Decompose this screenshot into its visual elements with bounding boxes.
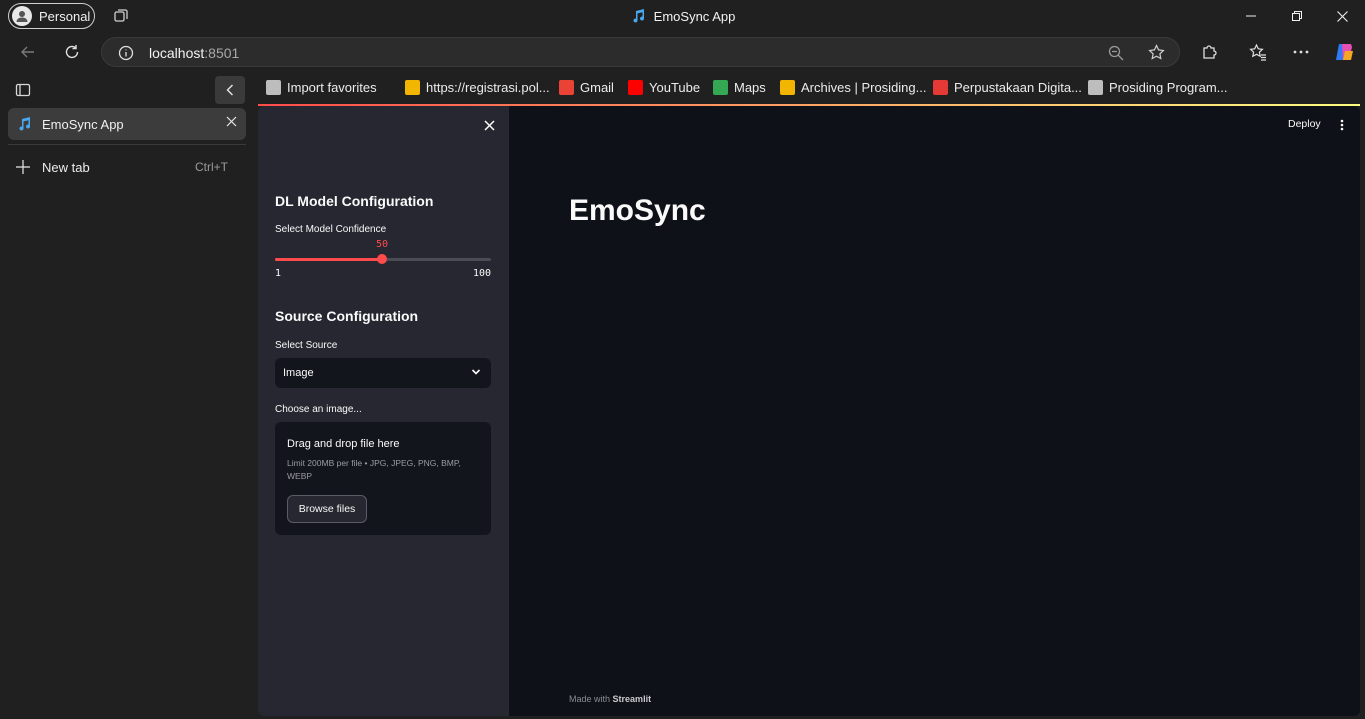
chevron-down-icon	[471, 369, 481, 375]
vertical-tabs-panel: EmoSync App New tab Ctrl+T	[0, 72, 257, 719]
maps-icon	[713, 80, 728, 95]
more-menu-button[interactable]	[1291, 42, 1311, 62]
minimize-button[interactable]	[1228, 0, 1274, 32]
slider-fill	[275, 258, 382, 261]
browser-toolbar: localhost:8501	[0, 32, 1365, 72]
refresh-button[interactable]	[57, 38, 87, 66]
chevron-left-icon	[226, 84, 233, 96]
favorite-label: https://registrasi.pol...	[426, 80, 550, 95]
uploader-label: Choose an image...	[275, 404, 362, 415]
collapse-tabs-button[interactable]	[215, 76, 245, 104]
new-tab-button[interactable]: New tab Ctrl+T	[16, 157, 238, 177]
extensions-button[interactable]	[1199, 42, 1219, 62]
favorite-item[interactable]: YouTube	[628, 80, 700, 95]
plus-icon	[16, 160, 30, 174]
new-tab-shortcut: Ctrl+T	[195, 160, 228, 174]
more-horizontal-icon	[1293, 50, 1309, 54]
footer-brand: Streamlit	[612, 694, 652, 704]
window-titlebar: Personal EmoSync App	[0, 0, 1365, 32]
favorites-bar: Import favorites https://registrasi.pol..…	[258, 72, 1365, 104]
deploy-button[interactable]: Deploy	[1288, 118, 1321, 130]
source-config-heading: Source Configuration	[275, 308, 419, 324]
favorite-label: Gmail	[580, 80, 614, 95]
made-with-streamlit[interactable]: Made with Streamlit	[569, 694, 651, 704]
refresh-icon	[65, 45, 79, 59]
footer-prefix: Made with	[569, 694, 611, 704]
favorite-item[interactable]: Import favorites	[266, 80, 377, 95]
browse-files-button[interactable]: Browse files	[287, 495, 367, 523]
tab-label: EmoSync App	[42, 116, 124, 132]
restore-icon	[1292, 11, 1302, 21]
minimize-icon	[1246, 15, 1256, 17]
favorites-icon	[1249, 43, 1266, 61]
close-sidebar-button[interactable]	[484, 118, 495, 136]
zoom-out-icon[interactable]	[1108, 45, 1124, 61]
window-title-text: EmoSync App	[653, 8, 736, 24]
page-title: EmoSync	[569, 194, 706, 227]
confidence-slider-label: Select Model Confidence	[275, 224, 387, 235]
confidence-slider[interactable]	[275, 254, 491, 264]
favorite-item[interactable]: Gmail	[559, 80, 614, 95]
site-icon	[780, 80, 795, 95]
tab-actions-icon[interactable]	[15, 82, 31, 103]
site-icon	[405, 80, 420, 95]
slider-value: 50	[376, 239, 389, 250]
window-title: EmoSync App	[0, 8, 1365, 24]
source-select[interactable]: Image	[275, 358, 491, 388]
copilot-button[interactable]	[1333, 41, 1355, 63]
info-icon[interactable]	[118, 45, 134, 61]
library-icon	[933, 80, 948, 95]
dl-config-heading: DL Model Configuration	[275, 193, 434, 209]
url-text[interactable]: localhost:8501	[149, 45, 239, 61]
source-select-value: Image	[283, 367, 314, 379]
tabs-divider	[8, 144, 246, 145]
streamlit-sidebar: DL Model Configuration Select Model Conf…	[258, 106, 509, 716]
gmail-icon	[559, 80, 574, 95]
favorite-label: Perpustakaan Digita...	[954, 80, 1082, 95]
favorite-item[interactable]: Archives | Prosiding...	[780, 80, 926, 95]
slider-max-label: 100	[472, 268, 491, 279]
back-arrow-icon	[21, 46, 34, 58]
file-uploader-dropzone[interactable]: Drag and drop file here Limit 200MB per …	[275, 422, 491, 535]
address-bar[interactable]: localhost:8501	[101, 37, 1180, 67]
tab-emosync[interactable]: EmoSync App	[8, 108, 246, 140]
favorite-label: Maps	[734, 80, 766, 95]
copilot-icon	[1336, 44, 1353, 60]
close-icon	[1336, 10, 1348, 22]
select-source-label: Select Source	[275, 340, 338, 351]
import-icon	[266, 80, 281, 95]
slider-min-label: 1	[275, 268, 282, 279]
favorites-button[interactable]	[1248, 42, 1268, 62]
close-window-button[interactable]	[1319, 0, 1365, 32]
favorite-item[interactable]: Prosiding Program...	[1088, 80, 1228, 95]
slider-thumb[interactable]	[377, 254, 387, 264]
youtube-icon	[628, 80, 643, 95]
new-tab-label: New tab	[42, 159, 90, 175]
dropzone-hint: Limit 200MB per file • JPG, JPEG, PNG, B…	[287, 458, 461, 481]
close-tab-icon[interactable]	[226, 116, 237, 127]
close-icon	[484, 120, 495, 131]
favorite-label: Import favorites	[287, 80, 377, 95]
favorite-label: Prosiding Program...	[1109, 80, 1228, 95]
page-icon	[1088, 80, 1103, 95]
favorite-item[interactable]: https://registrasi.pol...	[405, 80, 550, 95]
music-note-icon	[633, 9, 644, 23]
back-button[interactable]	[13, 38, 43, 66]
restore-button[interactable]	[1274, 0, 1320, 32]
music-note-icon	[19, 117, 31, 131]
url-port: :8501	[204, 45, 240, 61]
favorite-item[interactable]: Maps	[713, 80, 766, 95]
dropzone-title: Drag and drop file here	[287, 438, 400, 450]
star-icon[interactable]	[1148, 44, 1165, 61]
main-menu-button[interactable]	[1340, 118, 1344, 136]
favorite-label: YouTube	[649, 80, 701, 95]
url-host: localhost	[149, 45, 205, 61]
favorite-label: Archives | Prosiding...	[801, 80, 927, 95]
web-page: DL Model Configuration Select Model Conf…	[258, 106, 1360, 716]
puzzle-icon	[1203, 45, 1217, 59]
favorite-item[interactable]: Perpustakaan Digita...	[933, 80, 1082, 95]
more-vertical-icon	[1340, 119, 1344, 131]
